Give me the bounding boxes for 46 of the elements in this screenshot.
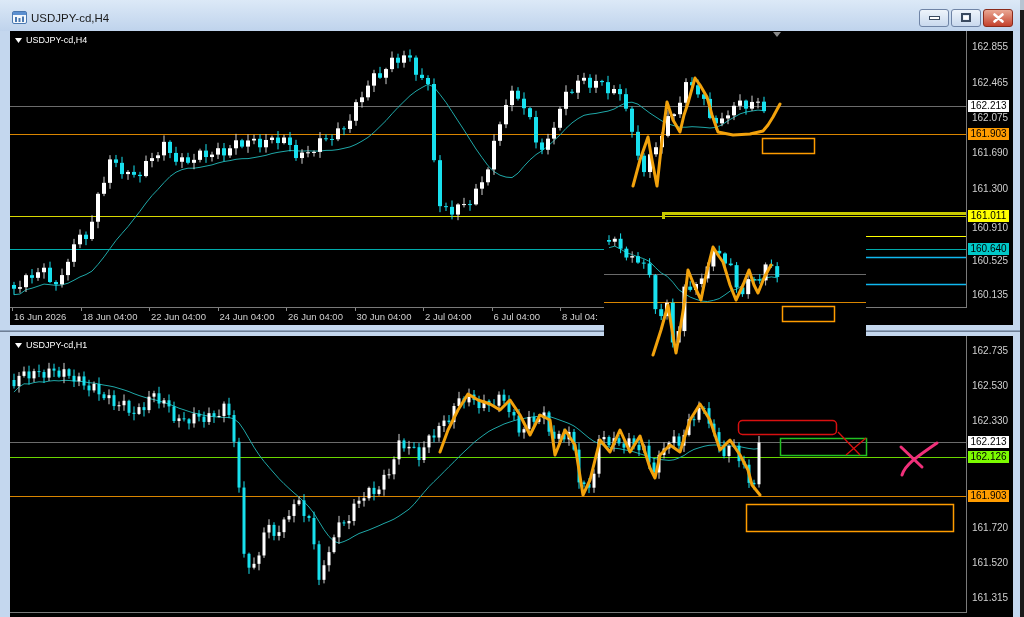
- price-tag: 162.213: [968, 436, 1009, 448]
- window-title: USDJPY-cd,H4: [31, 11, 110, 24]
- time-axis-label: 16 Jun 2026: [12, 308, 67, 323]
- time-axis-label: 18 Jun 04:00: [80, 308, 138, 323]
- price-axis-label: 162.735: [972, 345, 1009, 357]
- time-axis-label: 30 Jun 04:00: [354, 308, 412, 323]
- price-axis-label: 162.075: [972, 112, 1009, 124]
- price-axis-label: 160.525: [972, 255, 1009, 267]
- chart-rectangle: [761, 137, 816, 155]
- time-axis-label: 26 Jun 04:00: [286, 308, 343, 323]
- chart-rectangle: [781, 305, 836, 323]
- chart-symbol-label: USDJPY-cd,H4: [26, 35, 88, 46]
- close-button[interactable]: [983, 8, 1013, 27]
- price-axis-label: 160.135: [972, 289, 1009, 301]
- price-tag: 160.640: [968, 243, 1009, 255]
- minimize-icon: [928, 15, 940, 20]
- time-axis-label: 8 Jul 04:: [560, 308, 598, 323]
- price-axis-label: 162.530: [972, 380, 1009, 392]
- price-axis-label: 162.465: [972, 77, 1009, 89]
- maximize-icon: [961, 13, 971, 22]
- price-axis-label: 161.300: [972, 183, 1009, 195]
- price-tag: 162.213: [968, 100, 1009, 112]
- cross-mark-icon: [837, 431, 867, 456]
- minimize-button[interactable]: [919, 8, 949, 27]
- close-icon: [992, 12, 1004, 23]
- chart-window-icon: [12, 11, 27, 24]
- price-axis-label: 162.855: [972, 41, 1009, 53]
- time-axis-label: 2 Jul 04:00: [423, 308, 472, 323]
- price-tag: 161.903: [968, 128, 1009, 140]
- price-axis-label: 161.720: [972, 522, 1009, 534]
- price-axis-label: 161.315: [972, 592, 1009, 604]
- dropdown-triangle-icon[interactable]: [15, 343, 22, 348]
- price-tag: 161.011: [968, 210, 1009, 222]
- price-tag: 162.126: [968, 451, 1009, 463]
- chart-symbol-label: USDJPY-cd,H1: [26, 340, 88, 351]
- maximize-button[interactable]: [951, 8, 981, 27]
- price-axis-label: 161.690: [972, 147, 1009, 159]
- price-axis-label: 162.330: [972, 415, 1009, 427]
- price-axis-label: 161.520: [972, 557, 1009, 569]
- time-axis-label: 6 Jul 04:00: [491, 308, 540, 323]
- dropdown-triangle-icon[interactable]: [15, 38, 22, 43]
- time-axis-label: 24 Jun 04:00: [217, 308, 275, 323]
- cross-mark-icon: [899, 441, 939, 477]
- price-tag: 161.903: [968, 490, 1009, 502]
- time-axis-label: 22 Jun 04:00: [149, 308, 206, 323]
- price-axis-label: 160.910: [972, 222, 1009, 234]
